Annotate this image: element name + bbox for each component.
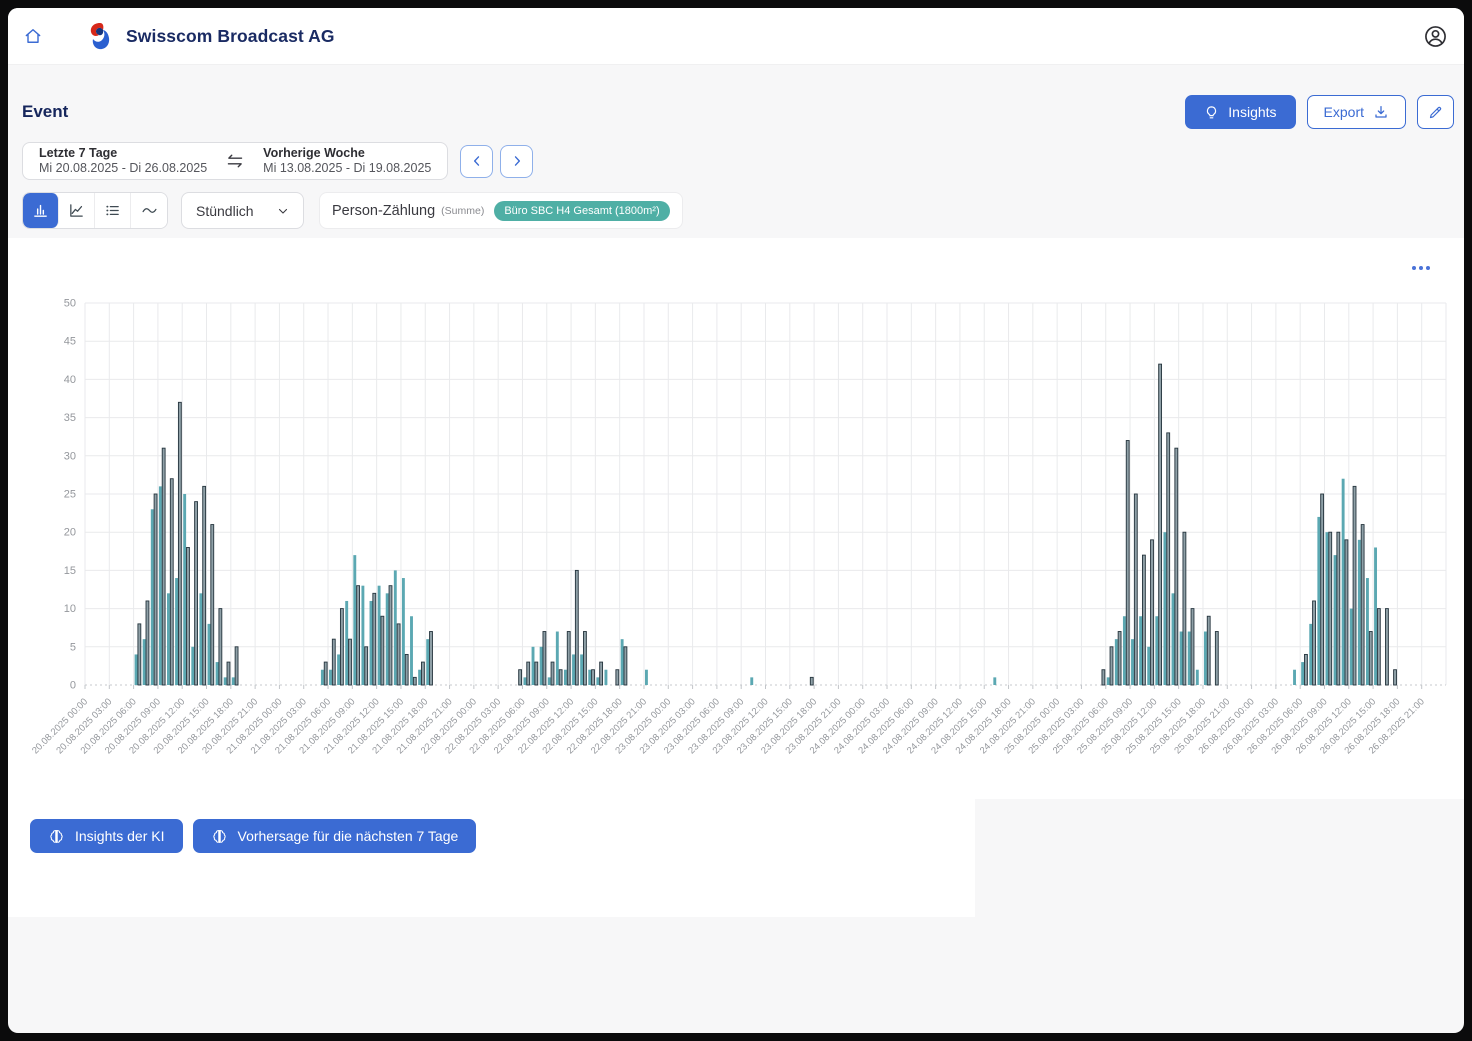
previous-period-button[interactable] — [460, 145, 493, 178]
line-chart-icon — [68, 202, 85, 219]
zone-badge[interactable]: Büro SBC H4 Gesamt (1800m²) — [494, 201, 669, 221]
svg-text:25: 25 — [64, 489, 76, 501]
lightbulb-icon — [1204, 105, 1219, 120]
brain-icon — [211, 828, 228, 845]
user-icon — [1423, 24, 1448, 49]
comparison-period-range: Mi 13.08.2025 - Di 19.08.2025 — [263, 161, 431, 176]
person-count-chart: 0510152025303540455020.08.2025 00:0020.0… — [8, 238, 1464, 799]
date-range-picker[interactable]: Letzte 7 Tage Mi 20.08.2025 - Di 26.08.2… — [22, 142, 448, 180]
page-heading-row: Event Insights Export — [14, 95, 1454, 129]
ai-insights-button[interactable]: Insights der KI — [30, 819, 183, 853]
list-icon — [104, 202, 121, 219]
swap-arrows-icon — [225, 152, 245, 170]
home-button[interactable] — [23, 26, 43, 46]
insights-button[interactable]: Insights — [1185, 95, 1295, 129]
svg-text:10: 10 — [64, 603, 76, 615]
insights-panel: Insights der KI Vorhersage für die nächs… — [8, 799, 975, 917]
current-period-label: Letzte 7 Tage — [39, 146, 207, 161]
ai-insights-button-label: Insights der KI — [75, 828, 165, 844]
export-button[interactable]: Export — [1307, 95, 1406, 129]
measure-label: Person-Zählung — [332, 203, 435, 219]
pencil-icon — [1428, 105, 1443, 120]
chart-type-bar-button[interactable] — [23, 193, 59, 228]
ellipsis-icon — [1412, 266, 1430, 270]
chart-toolbar: Stündlich Person-Zählung (Summe) Büro SB… — [22, 192, 1454, 229]
svg-text:30: 30 — [64, 450, 76, 462]
svg-text:5: 5 — [70, 641, 76, 653]
chart-card: 0510152025303540455020.08.2025 00:0020.0… — [8, 238, 1464, 799]
page-title: Event — [22, 102, 68, 122]
current-period[interactable]: Letzte 7 Tage Mi 20.08.2025 - Di 26.08.2… — [39, 146, 207, 176]
chevron-left-icon — [470, 154, 484, 168]
forecast-button-label: Vorhersage für die nächsten 7 Tage — [238, 828, 459, 844]
svg-text:15: 15 — [64, 565, 76, 577]
account-button[interactable] — [1423, 24, 1448, 49]
measure-box: Person-Zählung (Summe) Büro SBC H4 Gesam… — [319, 192, 683, 229]
svg-text:35: 35 — [64, 412, 76, 424]
chart-type-table-button[interactable] — [95, 193, 131, 228]
download-icon — [1373, 104, 1389, 120]
svg-text:50: 50 — [64, 298, 76, 310]
svg-text:0: 0 — [70, 680, 76, 692]
current-period-range: Mi 20.08.2025 - Di 26.08.2025 — [39, 161, 207, 176]
comparison-period[interactable]: Vorherige Woche Mi 13.08.2025 - Di 19.08… — [263, 146, 431, 176]
chart-type-toggle — [22, 192, 168, 229]
wave-icon — [140, 202, 159, 219]
swisscom-logo — [87, 21, 113, 51]
brain-icon — [48, 828, 65, 845]
svg-text:45: 45 — [64, 336, 76, 348]
comparison-period-label: Vorherige Woche — [263, 146, 431, 161]
svg-text:40: 40 — [64, 374, 76, 386]
chevron-down-icon — [277, 205, 289, 217]
bar-chart-icon — [32, 202, 49, 219]
edit-button[interactable] — [1417, 95, 1454, 129]
interval-select[interactable]: Stündlich — [181, 192, 304, 229]
swap-periods-button[interactable] — [225, 152, 245, 170]
chart-menu-button[interactable] — [1408, 262, 1434, 274]
app-header: Swisscom Broadcast AG — [8, 8, 1464, 65]
forecast-button[interactable]: Vorhersage für die nächsten 7 Tage — [193, 819, 477, 853]
next-period-button[interactable] — [500, 145, 533, 178]
app-title: Swisscom Broadcast AG — [126, 26, 335, 47]
measure-aggregation: (Summe) — [441, 205, 484, 217]
chart-type-trend-button[interactable] — [131, 193, 167, 228]
export-button-label: Export — [1324, 104, 1364, 120]
insights-button-label: Insights — [1228, 104, 1276, 120]
interval-select-value: Stündlich — [196, 203, 254, 219]
home-icon — [23, 26, 43, 46]
app-window: Swisscom Broadcast AG Event Insights — [8, 8, 1464, 1033]
chevron-right-icon — [510, 154, 524, 168]
date-navigation-row: Letzte 7 Tage Mi 20.08.2025 - Di 26.08.2… — [22, 142, 1454, 180]
chart-type-line-button[interactable] — [59, 193, 95, 228]
svg-text:20: 20 — [64, 527, 76, 539]
